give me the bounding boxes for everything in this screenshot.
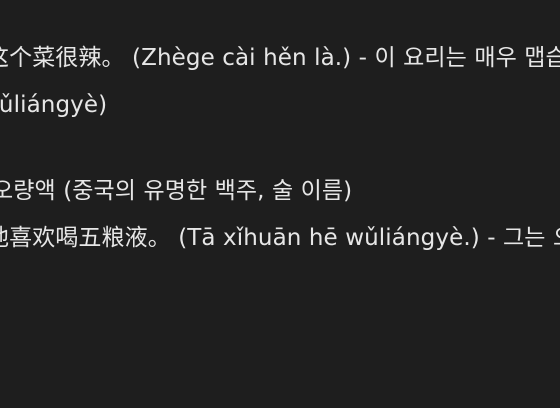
definition-line-wuliangye: 오량액 (중국의 유명한 백주, 술 이름) bbox=[0, 178, 353, 204]
text-viewport: 这个菜很辣。 (Zhège cài hěn là.) - 이 요리는 매우 맵습… bbox=[0, 0, 560, 408]
example-line-spicy-dish: 这个菜很辣。 (Zhège cài hěn là.) - 이 요리는 매우 맵습… bbox=[0, 45, 560, 71]
pinyin-line-wuliangye: wǔliángyè) bbox=[0, 92, 108, 118]
example-line-likes-wuliangye: 他喜欢喝五粮液。 (Tā xǐhuān hē wǔliángyè.) - 그는 … bbox=[0, 225, 560, 251]
